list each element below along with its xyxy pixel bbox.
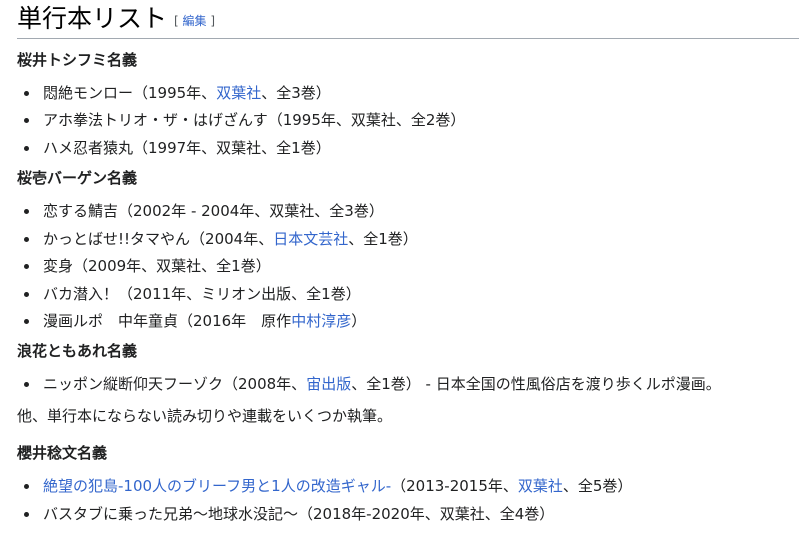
list-item: 変身（2009年、双葉社、全1巻） <box>24 257 271 275</box>
heading-naniwa-tomoare: 浪花ともあれ名義 <box>17 342 138 360</box>
list-item: バカ潜入！（2011年、ミリオン出版、全1巻） <box>24 285 361 303</box>
list-item: アホ拳法トリオ・ザ・はげざんす（1995年、双葉社、全2巻） <box>23 111 466 129</box>
link-nakamura-atsuhiko[interactable]: 中村淳彦 <box>291 312 351 330</box>
article-section: 単行本リスト [ 編集 ] 桜井トシフミ名義 悶絶モンロー（1995年、双葉社、… <box>0 0 799 539</box>
list-item: 悶絶モンロー（1995年、双葉社、全3巻） <box>24 84 331 102</box>
list-item: ニッポン縦断仰天フーゾク（2008年、宙出版、全1巻） - 日本全国の性風俗店を… <box>24 375 721 393</box>
list-item: 漫画ルポ 中年童貞（2016年 原作中村淳彦） <box>23 312 367 330</box>
link-futabasha[interactable]: 双葉社 <box>216 84 261 102</box>
edit-link[interactable]: 編集 <box>183 14 207 28</box>
list-item: 恋する鯖吉（2002年 - 2004年、双葉社、全3巻） <box>24 202 384 220</box>
link-futabasha[interactable]: 双葉社 <box>518 477 563 495</box>
edit-section: [ 編集 ] <box>174 14 216 28</box>
list-item: バスタブに乗った兄弟〜地球水没記〜（2018年-2020年、双葉社、全4巻） <box>23 505 555 523</box>
heading-sakuraichi-bargain: 桜壱バーゲン名義 <box>17 169 138 187</box>
list-item: 絶望の犯島-100人のブリーフ男と1人の改造ギャル-（2013-2015年、双葉… <box>23 477 633 495</box>
heading-sakurai-toshifumi: 桜井トシフミ名義 <box>17 51 138 69</box>
link-nihon-bungeisha[interactable]: 日本文芸社 <box>273 230 348 248</box>
heading-sakurai-toshifumi-kanji: 櫻井稔文名義 <box>17 444 108 462</box>
list-item: かっとばせ!!タマやん（2004年、日本文芸社、全1巻） <box>24 230 418 248</box>
list-item: ハメ忍者猿丸（1997年、双葉社、全1巻） <box>24 139 331 157</box>
paragraph: 他、単行本にならない読み切りや連載をいくつか執筆。 <box>17 407 393 425</box>
section-heading: 単行本リスト [ 編集 ] <box>17 2 799 39</box>
link-zetsubou-no-hanjima[interactable]: 絶望の犯島-100人のブリーフ男と1人の改造ギャル- <box>43 477 391 495</box>
link-ohzora-shuppan[interactable]: 宙出版 <box>306 375 351 393</box>
section-title: 単行本リスト <box>17 4 168 33</box>
